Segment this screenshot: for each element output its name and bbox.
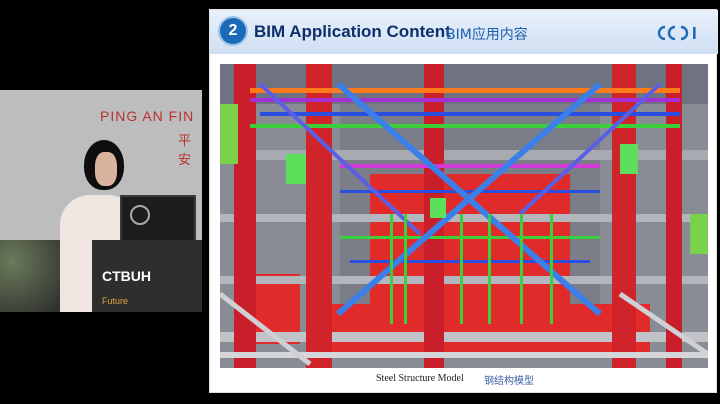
- plant-decoration: [0, 240, 60, 312]
- section-number-badge: 2: [220, 18, 246, 44]
- ccdi-logo-icon: [657, 25, 696, 41]
- speaker-face: [95, 152, 117, 186]
- backdrop-banner-text: PING AN FIN: [100, 108, 195, 124]
- dell-logo-icon: [130, 205, 150, 225]
- figure-caption-en: Steel Structure Model: [376, 373, 464, 384]
- bim-model-render: [220, 64, 708, 368]
- podium: CTBUH Future: [92, 240, 202, 312]
- podium-subtitle: Future: [102, 296, 129, 306]
- slide-header: 2 BIM Application Content BIM应用内容: [210, 10, 718, 54]
- presentation-slide: 2 BIM Application Content BIM应用内容 Steel …: [209, 9, 718, 393]
- ccdi-logo: [656, 24, 700, 46]
- backdrop-banner-cn: 平安: [178, 133, 192, 167]
- slide-title-en: BIM Application Content: [254, 22, 451, 41]
- figure-caption-cn: 钢结构模型: [484, 376, 534, 387]
- presentation-video-frame: PING AN FIN 平安 CTBUH Future 2 BIM Applic…: [0, 0, 720, 404]
- podium-title: CTBUH: [102, 268, 151, 284]
- steel-structure-model-image: [220, 64, 708, 368]
- speaker-video-panel: PING AN FIN 平安 CTBUH Future: [0, 90, 202, 312]
- slide-title-cn: BIM应用内容: [446, 27, 528, 43]
